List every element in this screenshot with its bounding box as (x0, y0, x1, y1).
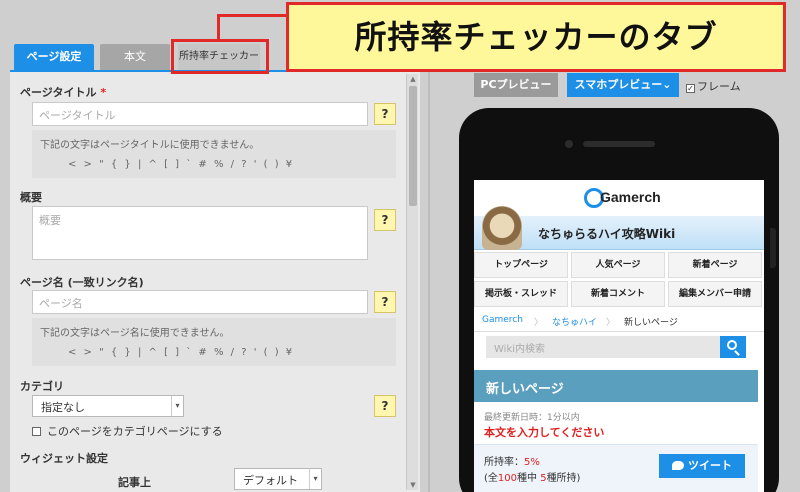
help-button-category[interactable]: ? (374, 395, 396, 417)
phone-side-button (770, 228, 776, 268)
wiki-search-input[interactable]: Wiki内検索 (486, 336, 734, 358)
required-mark: * (100, 86, 107, 99)
widget-select[interactable]: デフォルト ▾ (234, 468, 322, 490)
tab-page-settings[interactable]: ページ設定 (14, 44, 94, 70)
ownership-rate-box: 所持率：5% (全100種中 5種所持) ツイート (474, 444, 758, 492)
checkbox-checked-icon: ✓ (686, 84, 695, 93)
breadcrumb-current: 新しいページ (624, 318, 678, 328)
page-title-label: ページタイトル * (20, 86, 107, 99)
rate-total: 100 (497, 473, 517, 484)
nav-top-page[interactable]: トップページ (474, 252, 568, 278)
widget-sub-label: 記事上 (118, 476, 151, 489)
editor-area: ページ設定 本文 所持率チェッカー ページタイトル * ページタイトル ? 下記… (10, 40, 420, 492)
page-title-note: 下記の文字はページタイトルに使用できません。 < > " { } | ^ [ ]… (32, 130, 396, 178)
site-logo-text: Gamerch (600, 189, 661, 205)
nav-board[interactable]: 掲示板・スレッド (474, 281, 568, 307)
page-name-note: 下記の文字はページ名に使用できません。 < > " { } | ^ [ ] ` … (32, 318, 396, 366)
summary-textarea[interactable]: 概要 (32, 206, 368, 260)
page-name-forbidden-chars: < > " { } | ^ [ ] ` # % / ? ' ( ) ¥ (68, 347, 295, 358)
panel-scrollbar[interactable]: ▲ ▼ (406, 74, 418, 490)
tab-highlight-box (171, 39, 269, 74)
scrollbar-thumb[interactable] (409, 86, 417, 206)
category-select-value: 指定なし (41, 401, 85, 414)
search-icon-handle (734, 350, 740, 356)
nav-popular[interactable]: 人気ページ (571, 252, 665, 278)
category-page-checkbox-label: このページをカテゴリページにする (47, 425, 223, 438)
callout-connector (217, 14, 288, 17)
nav-new-pages[interactable]: 新着ページ (668, 252, 762, 278)
phone-screen: Gamerch なちゅらるハイ攻略Wiki トップページ 人気ページ 新着ページ… (474, 180, 764, 492)
chevron-down-icon: ▾ (309, 469, 321, 489)
rate-detail-pre: (全 (484, 473, 498, 484)
annotation-callout: 所持率チェッカーのタブ (286, 2, 786, 72)
chevron-down-icon: ▾ (171, 396, 183, 416)
chevron-down-icon: ⌄ (662, 78, 672, 91)
empty-body-warning: 本文を入力してください (484, 426, 605, 439)
frame-checkbox[interactable]: ✓ フレーム (686, 78, 741, 94)
search-icon (727, 340, 737, 350)
breadcrumb: Gamerch 〉 なちゅハイ 〉 新しいページ (474, 310, 764, 332)
site-nav: トップページ 人気ページ 新着ページ 掲示板・スレッド 新着コメント 編集メンバ… (474, 252, 764, 308)
help-button-page-title[interactable]: ? (374, 103, 396, 125)
pane-divider[interactable] (428, 40, 430, 492)
character-avatar (482, 206, 522, 250)
last-updated: 最終更新日時：1分以内 (484, 413, 580, 423)
nav-new-comments[interactable]: 新着コメント (571, 281, 665, 307)
ownership-detail: (全100種中 5種所持) (484, 469, 580, 484)
frame-checkbox-label: フレーム (697, 80, 741, 93)
site-logo[interactable]: Gamerch (474, 180, 764, 216)
category-select[interactable]: 指定なし ▾ (32, 395, 184, 417)
callout-connector (217, 14, 220, 40)
page-name-label: ページ名 (一致リンク名) (20, 276, 144, 289)
rate-detail-mid: 種中 (517, 473, 541, 484)
rate-label: 所持率： (484, 457, 524, 468)
category-label: カテゴリ (20, 380, 64, 393)
rate-detail-post: 種所持) (546, 473, 581, 484)
widget-label: ウィジェット設定 (20, 452, 108, 465)
camera-icon (565, 140, 573, 148)
help-button-page-name[interactable]: ? (374, 291, 396, 313)
settings-panel: ページタイトル * ページタイトル ? 下記の文字はページタイトルに使用できませ… (10, 70, 420, 492)
page-name-input[interactable]: ページ名 (32, 290, 368, 314)
summary-label: 概要 (20, 191, 42, 204)
breadcrumb-home[interactable]: Gamerch (482, 315, 523, 325)
scroll-up-arrow-icon[interactable]: ▲ (407, 74, 419, 84)
breadcrumb-separator: 〉 (606, 318, 616, 328)
nav-member-apply[interactable]: 編集メンバー申請 (668, 281, 762, 307)
speaker-icon (583, 141, 655, 147)
pc-preview-button[interactable]: PCプレビュー (474, 73, 558, 97)
site-banner[interactable]: なちゅらるハイ攻略Wiki (474, 206, 764, 250)
checkbox-icon (32, 427, 41, 436)
breadcrumb-separator: 〉 (534, 318, 544, 328)
page-title-forbidden-chars: < > " { } | ^ [ ] ` # % / ? ' ( ) ¥ (68, 159, 295, 170)
page-title-input[interactable]: ページタイトル (32, 102, 368, 126)
scroll-down-arrow-icon[interactable]: ▼ (407, 480, 419, 490)
page-title-note-text: 下記の文字はページタイトルに使用できません。 (40, 140, 260, 151)
page-heading: 新しいページ (474, 370, 758, 402)
tweet-label: ツイート (688, 459, 732, 472)
category-page-checkbox[interactable]: このページをカテゴリページにする (32, 423, 223, 439)
twitter-bird-icon (672, 461, 684, 470)
site-title: なちゅらるハイ攻略Wiki (538, 227, 676, 241)
rate-value: 5% (524, 457, 540, 468)
breadcrumb-wiki[interactable]: なちゅハイ (552, 315, 597, 328)
ownership-rate: 所持率：5% (484, 453, 540, 468)
help-button-summary[interactable]: ? (374, 209, 396, 231)
tweet-button[interactable]: ツイート (659, 454, 745, 478)
smartphone-preview-label: スマホプレビュー (574, 78, 663, 91)
search-button[interactable] (720, 336, 746, 358)
page-name-note-text: 下記の文字はページ名に使用できません。 (40, 328, 230, 339)
tab-body[interactable]: 本文 (100, 44, 170, 70)
widget-select-value: デフォルト (243, 474, 298, 487)
smartphone-preview-button[interactable]: スマホプレビュー⌄ (567, 73, 679, 97)
phone-frame: Gamerch なちゅらるハイ攻略Wiki トップページ 人気ページ 新着ページ… (459, 108, 779, 492)
